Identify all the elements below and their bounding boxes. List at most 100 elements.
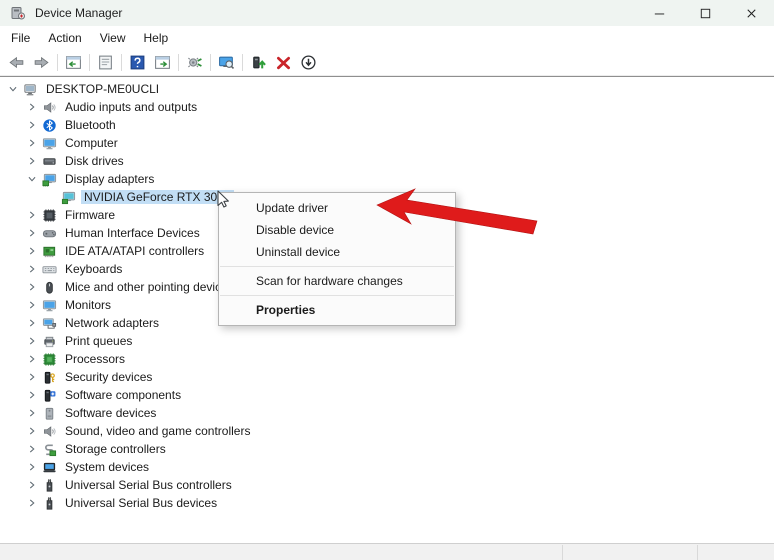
context-menu-item-scan-for-hardware-changes[interactable]: Scan for hardware changes	[219, 270, 455, 292]
tree-row-print-queues[interactable]: Print queues	[0, 332, 774, 350]
tree-item-label: Network adapters	[62, 316, 162, 330]
titlebar: Device Manager	[0, 0, 774, 26]
tree-item-label: Sound, video and game controllers	[62, 424, 253, 438]
toolbar-separator	[178, 54, 179, 71]
printer-icon	[41, 333, 57, 349]
menu-file[interactable]: File	[2, 28, 39, 48]
close-button[interactable]	[728, 0, 774, 26]
tree-item-label: Keyboards	[62, 262, 125, 276]
tree-item-label: Bluetooth	[62, 118, 119, 132]
chevron-right-icon[interactable]	[23, 440, 41, 458]
context-menu-item-properties[interactable]: Properties	[219, 299, 455, 321]
monitor-icon	[41, 135, 57, 151]
context-menu-item-disable-device[interactable]: Disable device	[219, 219, 455, 241]
tree-item-label: Software components	[62, 388, 184, 402]
chevron-right-icon[interactable]	[23, 242, 41, 260]
gpu-icon	[60, 189, 76, 205]
toolbar-separator	[210, 54, 211, 71]
tree-item-label: Mice and other pointing devices	[62, 280, 237, 294]
toolbar-separator	[121, 54, 122, 71]
context-menu: Update driverDisable deviceUninstall dev…	[218, 192, 456, 326]
tree-item-label: Storage controllers	[62, 442, 169, 456]
minimize-icon	[652, 6, 667, 21]
help-icon[interactable]	[125, 51, 150, 73]
cpu-icon	[41, 351, 57, 367]
tree-item-label: Print queues	[62, 334, 135, 348]
chevron-down-icon[interactable]	[4, 80, 22, 98]
tree-row-display-adapters[interactable]: Display adapters	[0, 170, 774, 188]
network-adapter-icon	[41, 315, 57, 331]
tree-row-processors[interactable]: Processors	[0, 350, 774, 368]
monitor-icon	[41, 297, 57, 313]
forward-arrow-icon[interactable]	[29, 51, 54, 73]
tree-row-bluetooth[interactable]: Bluetooth	[0, 116, 774, 134]
chevron-right-icon[interactable]	[23, 206, 41, 224]
tree-item-label: Monitors	[62, 298, 114, 312]
tree-item-label: System devices	[62, 460, 152, 474]
context-menu-item-uninstall-device[interactable]: Uninstall device	[219, 241, 455, 263]
chevron-right-icon[interactable]	[23, 98, 41, 116]
security-icon	[41, 369, 57, 385]
disable-device-icon[interactable]	[296, 51, 321, 73]
tree-row-universal-serial-bus-devices[interactable]: Universal Serial Bus devices	[0, 494, 774, 512]
chevron-right-icon[interactable]	[23, 368, 41, 386]
tree-row-desktop-me0ucli[interactable]: DESKTOP-ME0UCLI	[0, 80, 774, 98]
chevron-right-icon[interactable]	[23, 278, 41, 296]
chevron-right-icon[interactable]	[23, 332, 41, 350]
chevron-right-icon[interactable]	[23, 134, 41, 152]
update-driver-icon[interactable]	[246, 51, 271, 73]
toolbar-separator	[89, 54, 90, 71]
context-menu-separator	[220, 295, 454, 296]
action-pane-icon[interactable]	[150, 51, 175, 73]
tree-item-label: Universal Serial Bus devices	[62, 496, 220, 510]
chevron-right-icon[interactable]	[23, 404, 41, 422]
chevron-right-icon[interactable]	[23, 494, 41, 512]
uninstall-device-icon[interactable]	[271, 51, 296, 73]
tree-row-computer[interactable]: Computer	[0, 134, 774, 152]
remote-computer-icon[interactable]	[214, 51, 239, 73]
chevron-right-icon[interactable]	[23, 386, 41, 404]
chevron-right-icon[interactable]	[23, 458, 41, 476]
chevron-right-icon[interactable]	[23, 350, 41, 368]
tree-item-label: NVIDIA GeForce RTX 3080	[81, 190, 234, 204]
tree-row-storage-controllers[interactable]: Storage controllers	[0, 440, 774, 458]
properties-panel-icon[interactable]	[93, 51, 118, 73]
tree-row-software-components[interactable]: Software components	[0, 386, 774, 404]
tree-row-disk-drives[interactable]: Disk drives	[0, 152, 774, 170]
statusbar-separator	[562, 545, 563, 560]
menu-help[interactable]: Help	[135, 28, 178, 48]
chevron-right-icon[interactable]	[23, 224, 41, 242]
tree-row-sound-video-and-game-controllers[interactable]: Sound, video and game controllers	[0, 422, 774, 440]
toolbar-separator	[242, 54, 243, 71]
back-arrow-icon[interactable]	[4, 51, 29, 73]
chevron-right-icon[interactable]	[23, 314, 41, 332]
chevron-right-icon[interactable]	[23, 476, 41, 494]
chevron-right-icon[interactable]	[23, 422, 41, 440]
tree-row-security-devices[interactable]: Security devices	[0, 368, 774, 386]
tree-item-label: Human Interface Devices	[62, 226, 203, 240]
tree-item-label: Display adapters	[62, 172, 157, 186]
tree-row-audio-inputs-and-outputs[interactable]: Audio inputs and outputs	[0, 98, 774, 116]
chevron-right-icon[interactable]	[23, 296, 41, 314]
maximize-button[interactable]	[682, 0, 728, 26]
tree-row-software-devices[interactable]: Software devices	[0, 404, 774, 422]
minimize-button[interactable]	[636, 0, 682, 26]
tree-item-label: Disk drives	[62, 154, 127, 168]
chevron-down-icon[interactable]	[23, 170, 41, 188]
console-tree-icon[interactable]	[61, 51, 86, 73]
tree-item-label: IDE ATA/ATAPI controllers	[62, 244, 207, 258]
chevron-right-icon[interactable]	[23, 152, 41, 170]
context-menu-item-update-driver[interactable]: Update driver	[219, 197, 455, 219]
menu-view[interactable]: View	[91, 28, 135, 48]
statusbar-separator	[697, 545, 698, 560]
toolbar-separator	[57, 54, 58, 71]
menu-action[interactable]: Action	[39, 28, 90, 48]
usb-icon	[41, 495, 57, 511]
scan-hardware-icon[interactable]	[182, 51, 207, 73]
chevron-right-icon[interactable]	[23, 116, 41, 134]
chevron-right-icon[interactable]	[23, 260, 41, 278]
tree-row-universal-serial-bus-controllers[interactable]: Universal Serial Bus controllers	[0, 476, 774, 494]
tree-item-label: Universal Serial Bus controllers	[62, 478, 235, 492]
tree-row-system-devices[interactable]: System devices	[0, 458, 774, 476]
device-manager-window: Device Manager FileActionViewHelp DESKTO…	[0, 0, 774, 512]
